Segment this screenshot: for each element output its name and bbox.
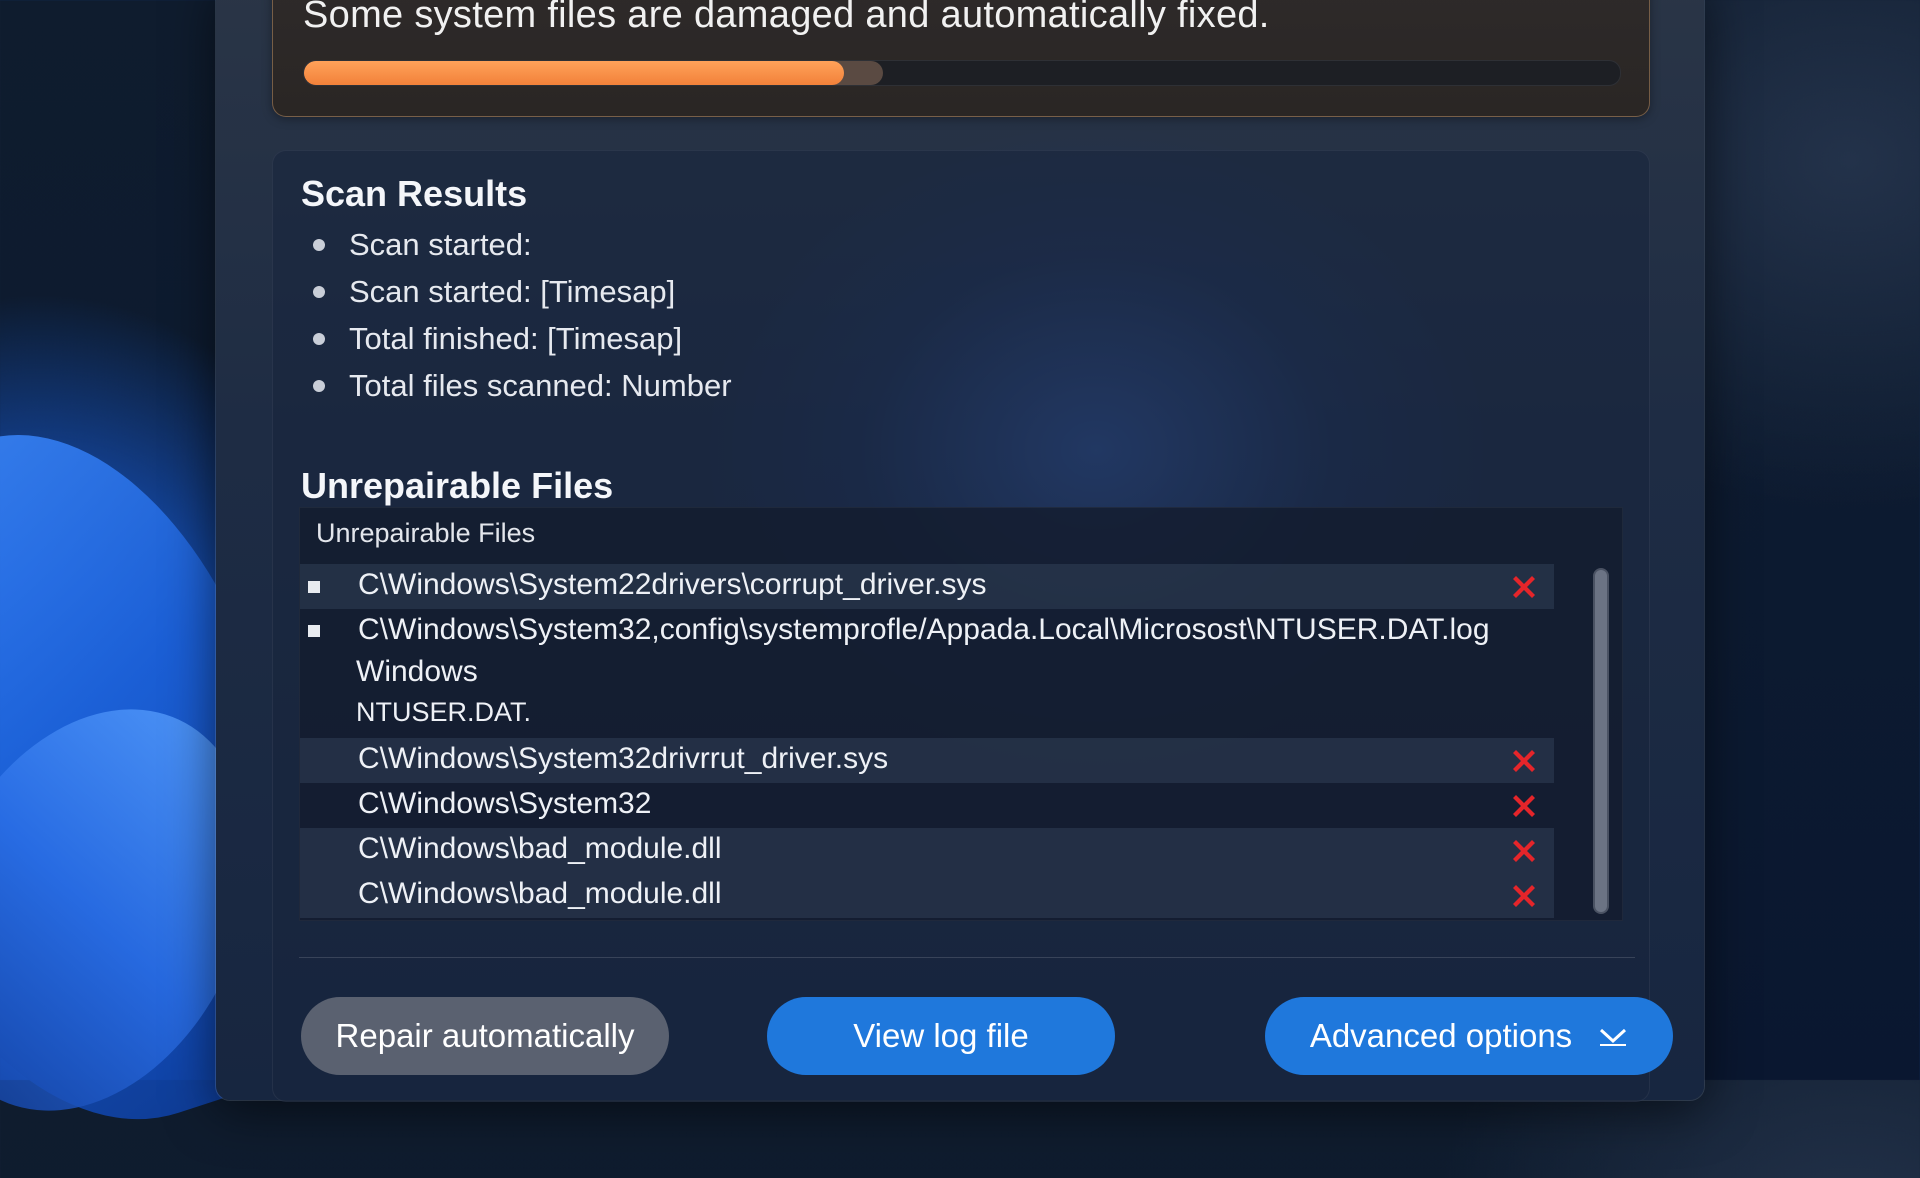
summary-item-text: Scan started: [Timesap] xyxy=(349,274,676,309)
view-log-file-button[interactable]: View log file xyxy=(767,997,1115,1075)
summary-item: Total finished: [Timesap] xyxy=(301,315,732,362)
progress-bar xyxy=(303,60,1621,86)
results-card: Scan Results Scan started: Scan started:… xyxy=(272,150,1673,1102)
file-row[interactable]: C\Windows\System32drivrrut_driver.sys xyxy=(300,738,1554,783)
close-x-icon[interactable] xyxy=(1508,745,1540,777)
summary-item-text: Scan started: xyxy=(349,227,532,262)
status-card: Some system files are damaged and automa… xyxy=(272,0,1650,117)
unrepairable-files-title: Unrepairable Files xyxy=(301,465,614,506)
scan-results-title: Scan Results xyxy=(301,173,528,214)
list-header: Unrepairable Files xyxy=(316,518,536,548)
bullet-icon xyxy=(313,286,325,298)
file-path-line2: Windows xyxy=(356,655,478,688)
file-path: C\Windows\System32drivrrut_driver.sys xyxy=(358,742,889,775)
summary-item-text: Total finished: [Timesap] xyxy=(349,321,683,356)
close-x-icon[interactable] xyxy=(1508,790,1540,822)
summary-item: Total files scanned: Number xyxy=(301,362,732,409)
bullet-icon xyxy=(313,239,325,251)
file-row[interactable]: C\Windows\System22drivers\corrupt_driver… xyxy=(300,564,1554,609)
progress-fill xyxy=(304,61,844,85)
file-row[interactable]: C\Windows\bad_module.dll xyxy=(300,873,1554,918)
scan-summary-list: Scan started: Scan started: [Timesap] To… xyxy=(301,221,732,409)
advanced-options-label: Advanced options xyxy=(1309,1017,1573,1054)
file-path: C\Windows\System22drivers\corrupt_driver… xyxy=(358,568,987,601)
unrepairable-files-list: Unrepairable Files C\Windows\System22dri… xyxy=(299,507,1623,921)
file-row[interactable]: C\Windows\System32 xyxy=(300,783,1554,828)
sfc-scan-window: Some system files are damaged and automa… xyxy=(216,0,1704,1102)
close-x-icon[interactable] xyxy=(1508,880,1540,912)
file-row[interactable]: C\Windows\bad_module.dll xyxy=(300,828,1554,873)
repair-button-label: Repair automatically xyxy=(335,1017,635,1054)
file-path: C\Windows\bad_module.dll xyxy=(358,832,722,865)
repair-automatically-button[interactable]: Repair automatically xyxy=(301,997,669,1075)
file-path: C\Windows\bad_module.dll xyxy=(358,877,722,910)
close-x-icon[interactable] xyxy=(1508,571,1540,603)
bullet-icon xyxy=(313,380,325,392)
scrollbar-thumb[interactable] xyxy=(1595,570,1607,912)
summary-item-text: Total files scanned: Number xyxy=(349,368,732,403)
close-x-icon[interactable] xyxy=(1508,835,1540,867)
summary-item: Scan started: xyxy=(301,221,732,268)
file-path: C\Windows\System32,config\systemprofle/A… xyxy=(358,613,1490,646)
file-path: C\Windows\System32 xyxy=(358,787,652,820)
view-log-button-label: View log file xyxy=(853,1017,1029,1054)
summary-item: Scan started: [Timesap] xyxy=(301,268,732,315)
file-rows: C\Windows\System22drivers\corrupt_driver… xyxy=(300,564,1554,918)
list-scrollbar[interactable] xyxy=(1593,568,1609,914)
file-path-line3: NTUSER.DAT. xyxy=(356,697,532,727)
advanced-options-button[interactable]: Advanced options xyxy=(1265,997,1673,1075)
bullet-icon xyxy=(313,333,325,345)
chevron-down-icon xyxy=(1600,1028,1627,1046)
square-bullet-icon xyxy=(308,625,320,637)
divider xyxy=(299,957,1635,958)
status-message: Some system files are damaged and automa… xyxy=(303,0,1270,36)
square-bullet-icon xyxy=(308,581,320,593)
